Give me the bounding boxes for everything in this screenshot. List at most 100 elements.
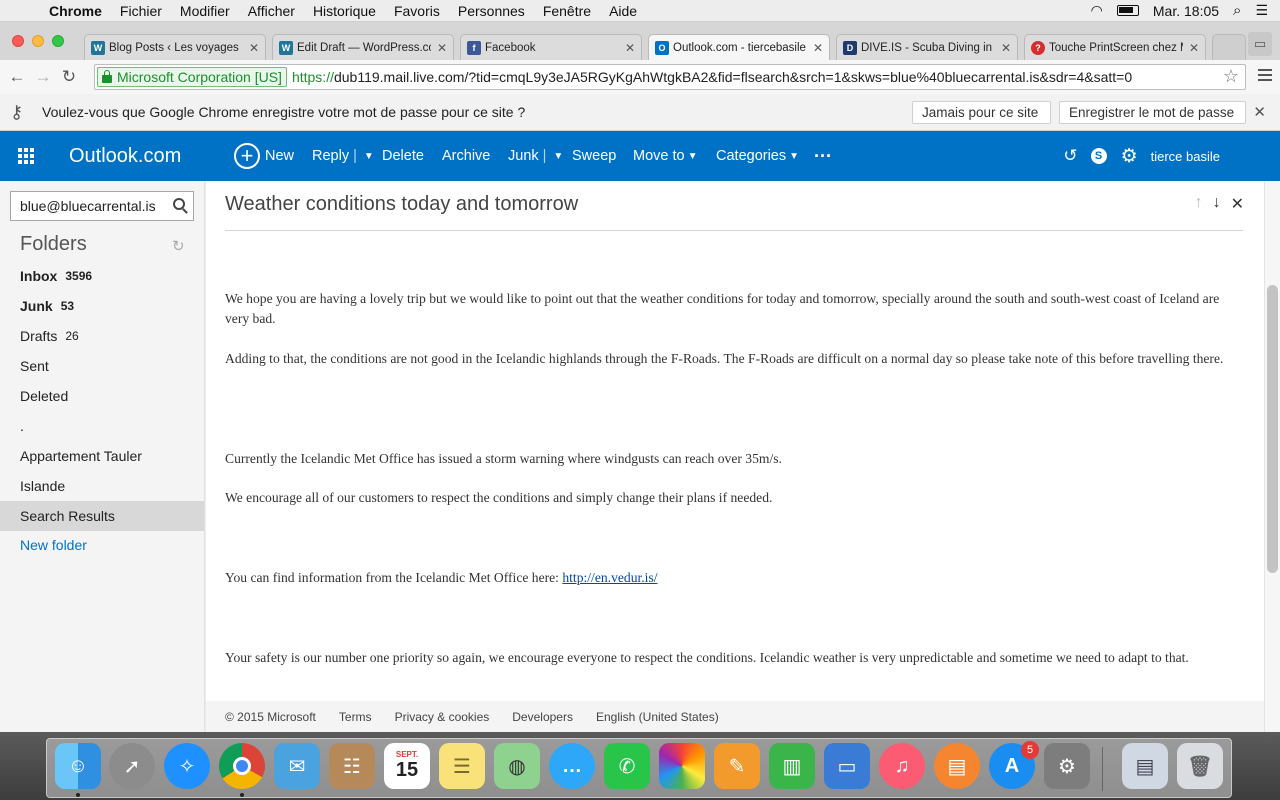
trash-icon[interactable]: 🗑: [1177, 743, 1223, 789]
new-button[interactable]: + New: [234, 131, 294, 181]
ibooks-icon[interactable]: ▤: [934, 743, 980, 789]
tab-facebook[interactable]: f Facebook ✕: [460, 34, 642, 60]
menu-fenetre[interactable]: Fenêtre: [534, 3, 600, 19]
menu-app-name[interactable]: Chrome: [40, 3, 111, 19]
move-to-button[interactable]: Move to ▼: [633, 131, 698, 181]
close-window-button[interactable]: [12, 35, 24, 47]
menu-favoris[interactable]: Favoris: [385, 3, 449, 19]
chevron-down-icon[interactable]: ▼: [364, 151, 374, 162]
maps-icon[interactable]: ◍: [494, 743, 540, 789]
terms-link[interactable]: Terms: [339, 710, 372, 724]
menu-modifier[interactable]: Modifier: [171, 3, 239, 19]
new-folder-link[interactable]: New folder: [20, 537, 87, 553]
reload-icon[interactable]: ↻: [56, 67, 82, 87]
itunes-icon[interactable]: ♫: [879, 743, 925, 789]
sweep-button[interactable]: Sweep: [572, 131, 616, 181]
notification-center-icon[interactable]: ☰: [1255, 2, 1268, 19]
back-arrow-icon[interactable]: ←: [4, 67, 30, 87]
refresh-icon[interactable]: ↻: [172, 237, 185, 255]
system-preferences-icon[interactable]: ⚙: [1044, 743, 1090, 789]
safari-icon[interactable]: ✧: [164, 743, 210, 789]
chrome-icon[interactable]: [219, 743, 265, 789]
folder-appartement-tauler[interactable]: Appartement Tauler: [0, 441, 204, 471]
minimize-window-button[interactable]: [32, 35, 44, 47]
forward-arrow-icon[interactable]: →: [30, 67, 56, 87]
bookmark-star-icon[interactable]: ☆: [1223, 66, 1239, 87]
tab-blog-posts[interactable]: W Blog Posts ‹ Les voyages ✕: [84, 34, 266, 60]
zoom-window-button[interactable]: [52, 35, 64, 47]
keynote-icon[interactable]: ▭: [824, 743, 870, 789]
folder-dot[interactable]: .: [0, 411, 204, 441]
launchpad-icon[interactable]: ➚: [109, 743, 155, 789]
numbers-icon[interactable]: ▥: [769, 743, 815, 789]
close-icon[interactable]: ✕: [1231, 194, 1244, 214]
new-tab-button[interactable]: [1212, 34, 1246, 60]
language-link[interactable]: English (United States): [596, 710, 719, 724]
spotlight-search-icon[interactable]: ⌕: [1233, 2, 1241, 19]
close-tab-icon[interactable]: ✕: [813, 41, 823, 55]
delete-button[interactable]: Delete: [382, 131, 424, 181]
mail-icon[interactable]: ✉: [274, 743, 320, 789]
close-tab-icon[interactable]: ✕: [1189, 41, 1199, 55]
vertical-scrollbar[interactable]: [1264, 181, 1280, 732]
folder-deleted[interactable]: Deleted: [0, 381, 204, 411]
notes-icon[interactable]: ☰: [439, 743, 485, 789]
folder-sent[interactable]: Sent: [0, 351, 204, 381]
menu-aide[interactable]: Aide: [600, 3, 646, 19]
app-launcher-icon[interactable]: [0, 148, 52, 164]
categories-button[interactable]: Categories ▼: [716, 131, 799, 181]
developers-link[interactable]: Developers: [512, 710, 573, 724]
folder-inbox[interactable]: Inbox 3596: [0, 261, 204, 291]
menu-personnes[interactable]: Personnes: [449, 3, 534, 19]
documents-stack-icon[interactable]: ▤: [1122, 743, 1168, 789]
pages-icon[interactable]: ✎: [714, 743, 760, 789]
wifi-icon[interactable]: ◠: [1091, 2, 1103, 19]
user-name[interactable]: tierce basile: [1151, 149, 1220, 164]
skype-icon[interactable]: S: [1090, 148, 1107, 164]
tab-outlook[interactable]: O Outlook.com - tiercebasile ✕: [648, 34, 830, 61]
archive-button[interactable]: Archive: [442, 131, 490, 181]
save-password-button[interactable]: Enregistrer le mot de passe: [1059, 101, 1246, 124]
never-save-button[interactable]: Jamais pour ce site: [912, 101, 1051, 124]
chrome-menu-icon[interactable]: [1258, 69, 1272, 83]
junk-button[interactable]: Junk | ▼: [508, 131, 563, 181]
search-icon[interactable]: [173, 198, 185, 210]
privacy-link[interactable]: Privacy & cookies: [395, 710, 490, 724]
clock[interactable]: Mar. 18:05: [1153, 3, 1219, 19]
arrow-down-icon[interactable]: ↓: [1213, 194, 1221, 214]
outlook-brand[interactable]: Outlook.com: [69, 145, 234, 168]
arrow-up-icon[interactable]: ↑: [1195, 194, 1203, 214]
menu-afficher[interactable]: Afficher: [239, 3, 304, 19]
finder-icon[interactable]: ☺: [55, 743, 101, 789]
close-tab-icon[interactable]: ✕: [249, 41, 259, 55]
more-actions-icon[interactable]: ···: [814, 131, 832, 181]
close-tab-icon[interactable]: ✕: [1001, 41, 1011, 55]
profile-button[interactable]: ▭: [1248, 32, 1272, 56]
address-bar[interactable]: Microsoft Corporation [US] https:// dub1…: [94, 64, 1246, 90]
undo-icon[interactable]: ↺: [1063, 146, 1077, 166]
folder-search-results[interactable]: Search Results: [0, 501, 204, 531]
reply-button[interactable]: Reply | ▼: [312, 131, 374, 181]
tab-edit-draft[interactable]: W Edit Draft — WordPress.co ✕: [272, 34, 454, 60]
tab-dive[interactable]: D DIVE.IS - Scuba Diving in Ic ✕: [836, 34, 1018, 60]
tab-printscreen[interactable]: ? Touche PrintScreen chez M ✕: [1024, 34, 1206, 60]
gear-icon[interactable]: ⚙: [1121, 145, 1138, 168]
menu-fichier[interactable]: Fichier: [111, 3, 171, 19]
folder-junk[interactable]: Junk 53: [0, 291, 204, 321]
messages-icon[interactable]: …: [549, 743, 595, 789]
ev-certificate-badge[interactable]: Microsoft Corporation [US]: [97, 67, 287, 87]
battery-icon[interactable]: [1116, 5, 1139, 16]
app-store-icon[interactable]: A 5: [989, 741, 1039, 789]
met-office-link[interactable]: http://en.vedur.is/: [562, 570, 657, 585]
photos-icon[interactable]: [659, 743, 705, 789]
contacts-icon[interactable]: ☷: [329, 743, 375, 789]
menu-historique[interactable]: Historique: [304, 3, 385, 19]
chevron-down-icon[interactable]: ▼: [553, 151, 563, 162]
close-tab-icon[interactable]: ✕: [437, 41, 447, 55]
scrollbar-thumb[interactable]: [1267, 285, 1278, 573]
close-icon[interactable]: ✕: [1253, 103, 1266, 121]
close-tab-icon[interactable]: ✕: [625, 41, 635, 55]
calendar-icon[interactable]: SEPT. 15: [384, 743, 430, 789]
folder-drafts[interactable]: Drafts 26: [0, 321, 204, 351]
folder-islande[interactable]: Islande: [0, 471, 204, 501]
